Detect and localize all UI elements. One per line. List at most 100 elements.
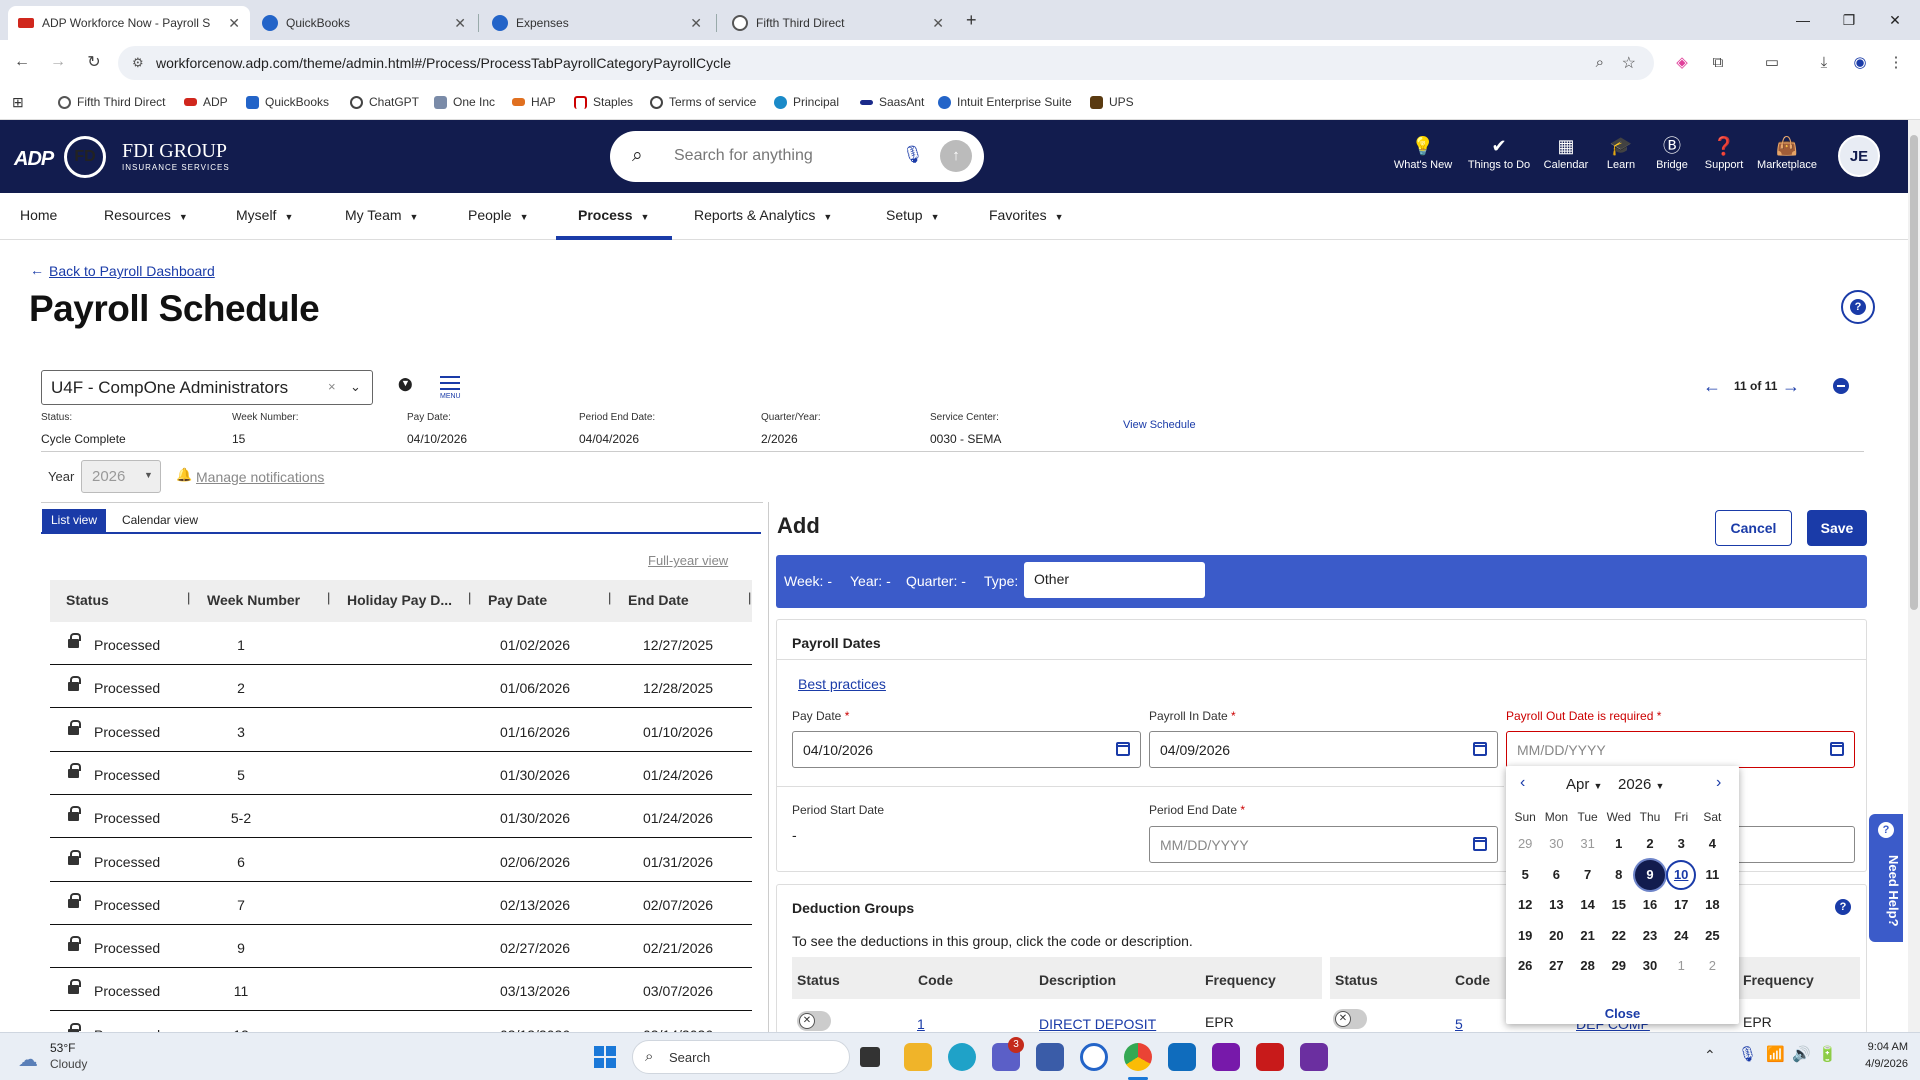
table-row[interactable]: Processed 5 01/30/2026 01/24/2026 — [50, 752, 752, 795]
nav-myself[interactable]: Myself ▼ — [236, 207, 293, 223]
adp-logo[interactable]: ADP — [14, 148, 54, 171]
nav-home[interactable]: Home — [20, 207, 57, 223]
tab-list-view[interactable]: List view — [42, 509, 106, 532]
taskbar-search[interactable]: ⌕ Search — [632, 1040, 850, 1074]
weather-desc[interactable]: Cloudy — [50, 1057, 87, 1071]
reload-icon[interactable]: ↻ — [82, 50, 106, 74]
calendar-day[interactable]: 30 — [1635, 951, 1665, 981]
calendar-icon[interactable] — [1830, 742, 1844, 756]
marketplace-button[interactable]: 👜 Marketplace — [1754, 133, 1820, 183]
forward-arrow-icon[interactable]: → — [46, 50, 70, 74]
scrollbar-thumb[interactable] — [1910, 135, 1918, 610]
table-row[interactable]: Processed 5-2 01/30/2026 01/24/2026 — [50, 795, 752, 839]
view-schedule-link[interactable]: View Schedule — [1123, 419, 1196, 431]
col-pay-date[interactable]: Pay Date — [488, 592, 547, 608]
nav-reports[interactable]: Reports & Analytics ▼ — [694, 207, 832, 223]
save-button[interactable]: Save — [1807, 510, 1867, 546]
bookmark-adp[interactable]: ADP — [184, 92, 228, 112]
app-icon[interactable] — [1080, 1043, 1108, 1071]
status-toggle[interactable]: ✕ — [1333, 1009, 1367, 1029]
restore-icon[interactable]: ❐ — [1826, 0, 1872, 40]
bookmark-hap[interactable]: HAP — [512, 92, 556, 112]
calendar-day[interactable]: 31 — [1573, 829, 1603, 859]
calendar-day[interactable]: 7 — [1573, 860, 1603, 890]
calendar-day[interactable]: 13 — [1541, 890, 1571, 920]
learn-button[interactable]: 🎓 Learn — [1598, 133, 1644, 183]
calendar-day[interactable]: 11 — [1697, 860, 1727, 890]
tab-calendar-view[interactable]: Calendar view — [112, 509, 208, 532]
weather-temp[interactable]: 53°F — [50, 1041, 75, 1055]
zoom-icon[interactable]: ⌕ — [1596, 54, 1604, 71]
speaker-icon[interactable]: 🔊 — [1792, 1045, 1811, 1063]
apps-grid-icon[interactable]: ⊞ — [12, 92, 24, 112]
month-select[interactable]: Apr ▼ — [1566, 776, 1602, 793]
extension-icon[interactable]: ◈ — [1670, 50, 1694, 74]
tab-fifth-third[interactable]: Fifth Third Direct ✕ — [722, 6, 954, 40]
close-window-icon[interactable]: ✕ — [1872, 0, 1918, 40]
nav-process[interactable]: Process ▼ — [578, 207, 649, 223]
calendar-icon[interactable] — [1473, 837, 1487, 851]
best-practices-link[interactable]: Best practices — [798, 676, 886, 692]
close-tab-icon[interactable]: ✕ — [690, 15, 702, 32]
ded-col-frequency[interactable]: Frequency — [1205, 972, 1276, 988]
cloud-icon[interactable]: ☁ — [18, 1047, 38, 1072]
microphone-icon[interactable]: 🎙 — [902, 145, 924, 165]
nav-favorites[interactable]: Favorites ▼ — [989, 207, 1064, 223]
help-button[interactable]: ? — [1841, 290, 1875, 324]
calendar-icon[interactable] — [1116, 742, 1130, 756]
things-to-do-button[interactable]: ✔ Things to Do — [1466, 133, 1532, 183]
site-info-icon[interactable]: ⚙ — [132, 55, 144, 71]
ded-col-code[interactable]: Code — [918, 972, 953, 988]
calendar-day[interactable]: 1 — [1666, 951, 1696, 981]
table-row[interactable]: Processed 6 02/06/2026 01/31/2026 — [50, 839, 752, 882]
file-explorer-icon[interactable] — [904, 1043, 932, 1071]
full-year-view-link[interactable]: Full-year view — [648, 553, 728, 568]
next-month-icon[interactable]: › — [1716, 774, 1721, 792]
wifi-icon[interactable]: 📶 — [1766, 1045, 1785, 1063]
company-select[interactable]: U4F - CompOne Administrators × ⌄ — [41, 370, 373, 405]
back-to-dashboard-link[interactable]: Back to Payroll Dashboard — [49, 263, 215, 279]
calendar-day[interactable]: 3 — [1666, 829, 1696, 859]
nav-setup[interactable]: Setup ▼ — [886, 207, 940, 223]
payroll-in-date-field[interactable]: 04/09/2026 — [1149, 731, 1498, 768]
question-icon[interactable]: ? — [1835, 899, 1851, 915]
table-row[interactable]: Processed 9 02/27/2026 02/21/2026 — [50, 925, 752, 969]
puzzle-icon[interactable]: ⧉ — [1706, 50, 1730, 74]
back-arrow-icon[interactable]: ← — [30, 262, 44, 278]
ded-col-status[interactable]: Status — [1335, 972, 1378, 988]
calendar-day[interactable]: 9 — [1635, 859, 1665, 890]
edge-icon[interactable] — [948, 1043, 976, 1071]
tab-expenses[interactable]: Expenses ✕ — [482, 6, 712, 40]
clock-date[interactable]: 4/9/2026 — [1852, 1058, 1908, 1070]
bookmark-intuit[interactable]: Intuit Enterprise Suite — [938, 92, 1072, 112]
col-holiday-pay[interactable]: Holiday Pay D... — [347, 592, 452, 608]
bookmark-one-inc[interactable]: One Inc — [434, 92, 495, 112]
previous-month-icon[interactable]: ‹ — [1520, 774, 1525, 792]
bridge-button[interactable]: Ⓑ Bridge — [1650, 133, 1694, 183]
deduction-code-link[interactable]: 1 — [917, 1016, 925, 1032]
minimize-icon[interactable]: — — [1780, 0, 1826, 40]
tab-quickbooks[interactable]: QuickBooks ✕ — [252, 6, 476, 40]
need-help-tab[interactable]: ? Need Help? — [1869, 814, 1903, 942]
cast-icon[interactable]: ▭ — [1760, 50, 1784, 74]
collapse-icon[interactable] — [1833, 378, 1849, 394]
calendar-day[interactable]: 2 — [1697, 951, 1727, 981]
table-row[interactable]: Processed 2 01/06/2026 12/28/2025 — [50, 665, 752, 709]
chevron-up-icon[interactable]: ⌃ — [1704, 1047, 1716, 1064]
calendar-day[interactable]: 17 — [1666, 890, 1696, 920]
calendar-day[interactable]: 27 — [1541, 951, 1571, 981]
ded-col-description[interactable]: Description — [1039, 972, 1116, 988]
col-end-date[interactable]: End Date — [628, 592, 689, 608]
previous-arrow-icon[interactable]: ← — [1703, 376, 1721, 397]
col-week-number[interactable]: Week Number — [207, 592, 300, 608]
period-end-date-field[interactable]: MM/DD/YYYY — [1149, 826, 1498, 863]
profile-icon[interactable]: ◉ — [1848, 50, 1872, 74]
close-tab-icon[interactable]: ✕ — [228, 15, 240, 32]
battery-icon[interactable]: 🔋 — [1818, 1045, 1837, 1063]
bookmark-fifth-third[interactable]: Fifth Third Direct — [58, 92, 165, 112]
new-tab-icon[interactable]: + — [966, 10, 977, 31]
acrobat-icon[interactable] — [1256, 1043, 1284, 1071]
more-menu-icon[interactable]: ⋮ — [1884, 50, 1908, 74]
microphone-icon[interactable]: 🎙 — [1738, 1045, 1757, 1063]
calendar-day[interactable]: 8 — [1604, 860, 1634, 890]
